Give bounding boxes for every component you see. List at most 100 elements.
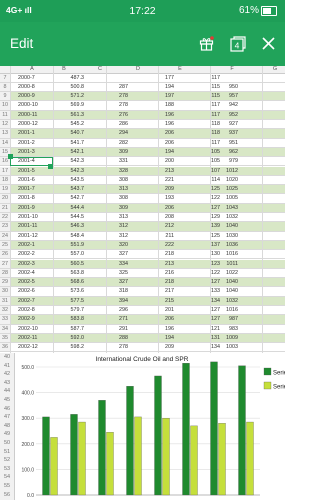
table-row[interactable]: 27 2002-3 560.5 334 213 123 1011 — [0, 259, 285, 269]
selection-handle[interactable] — [8, 154, 13, 160]
cell-date[interactable]: 2001-1 — [18, 129, 35, 138]
row-number[interactable]: 24 — [0, 231, 10, 240]
close-icon[interactable] — [262, 37, 275, 50]
cell-value-c[interactable]: 278 — [119, 92, 128, 101]
row-number[interactable]: 36 — [0, 343, 10, 352]
cell-value-c[interactable]: 278 — [119, 343, 128, 352]
row-number[interactable]: 54 — [0, 474, 14, 480]
cell-value-d[interactable]: 177 — [165, 74, 174, 83]
column-header-b[interactable]: B — [58, 66, 70, 72]
table-row[interactable]: 20 2001-8 542.7 308 193 122 1005 — [0, 194, 285, 204]
cell-value-c[interactable]: 334 — [119, 260, 128, 269]
cell-value-e[interactable]: 115 — [211, 92, 220, 101]
cell-value-e[interactable]: 127 — [211, 306, 220, 315]
cell-value-d[interactable]: 215 — [165, 297, 174, 306]
cell-value-b[interactable]: 571.2 — [71, 92, 85, 101]
table-row[interactable]: 12 2000-12 545.2 286 196 118 927 — [0, 120, 285, 130]
cell-value-e[interactable]: 133 — [211, 287, 220, 296]
cell-value-c[interactable]: 287 — [119, 83, 128, 92]
row-number[interactable]: 42 — [0, 371, 14, 377]
cell-value-b[interactable]: 542.3 — [71, 157, 85, 166]
cell-value-d[interactable]: 221 — [165, 176, 174, 185]
table-row[interactable]: 21 2001-9 544.4 309 206 127 1043 — [0, 203, 285, 213]
row-number[interactable]: 46 — [0, 406, 14, 412]
cell-date[interactable]: 2001-11 — [18, 222, 37, 231]
cell-value-c[interactable]: 308 — [119, 194, 128, 203]
row-number[interactable]: 12 — [0, 120, 10, 129]
cell-value-e[interactable]: 131 — [211, 334, 220, 343]
row-number[interactable]: 22 — [0, 213, 10, 222]
cell-value-e[interactable]: 115 — [211, 83, 220, 92]
cell-value-f[interactable]: 1016 — [226, 306, 238, 315]
table-row[interactable]: 15 2001-3 542.1 309 194 105 962 — [0, 147, 285, 158]
cell-value-c[interactable]: 327 — [119, 278, 128, 287]
table-row[interactable]: 26 2002-2 557.0 327 218 130 1016 — [0, 250, 285, 260]
table-row[interactable]: 32 2002-8 579.7 296 201 127 1016 — [0, 306, 285, 316]
row-number[interactable]: 21 — [0, 203, 10, 212]
cell-value-d[interactable]: 218 — [165, 250, 174, 259]
cell-value-e[interactable]: 117 — [211, 111, 220, 120]
cell-value-e[interactable]: 123 — [211, 260, 220, 269]
row-number[interactable]: 18 — [0, 175, 10, 185]
cell-value-b[interactable]: 546.3 — [71, 222, 85, 231]
cell-value-d[interactable]: 196 — [165, 325, 174, 334]
cell-date[interactable]: 2002-4 — [18, 269, 35, 278]
row-number[interactable]: 51 — [0, 449, 14, 455]
cell-date[interactable]: 2001-5 — [18, 167, 35, 176]
table-row[interactable]: 24 2001-12 548.4 312 211 125 1030 — [0, 231, 285, 241]
cell-value-e[interactable]: 117 — [211, 74, 220, 83]
column-header-a[interactable]: A — [26, 66, 38, 72]
row-number[interactable]: 33 — [0, 315, 10, 324]
table-row[interactable]: 11 2000-11 561.3 276 196 117 952 — [0, 110, 285, 120]
cell-value-c[interactable]: 394 — [119, 297, 128, 306]
cell-date[interactable]: 2002-1 — [18, 241, 35, 250]
table-row[interactable]: 13 2001-1 540.7 294 206 118 937 — [0, 129, 285, 139]
cell-value-e[interactable]: 139 — [211, 222, 220, 231]
cell-value-d[interactable]: 193 — [165, 194, 174, 203]
cell-value-e[interactable]: 107 — [211, 167, 220, 176]
table-row[interactable]: 17 2001-5 542.3 328 213 107 1012 — [0, 166, 285, 176]
cell-value-d[interactable]: 194 — [165, 334, 174, 343]
cell-value-c[interactable]: 320 — [119, 241, 128, 250]
row-number[interactable]: 17 — [0, 166, 10, 175]
table-row[interactable]: 9 2000-9 571.2 278 197 115 957 — [0, 92, 285, 102]
row-number[interactable]: 35 — [0, 333, 10, 343]
cell-value-d[interactable]: 196 — [165, 111, 174, 120]
selected-cell[interactable] — [10, 157, 53, 167]
cell-value-d[interactable]: 194 — [165, 148, 174, 157]
column-header-d[interactable]: D — [132, 66, 144, 72]
cell-value-e[interactable]: 118 — [211, 129, 220, 138]
cell-value-f[interactable]: 1030 — [226, 232, 238, 241]
cell-value-c[interactable]: 308 — [119, 176, 128, 185]
cell-value-d[interactable]: 197 — [165, 92, 174, 101]
cell-date[interactable]: 2001-9 — [18, 204, 35, 213]
cell-value-c[interactable]: 318 — [119, 287, 128, 296]
row-number[interactable]: 29 — [0, 278, 10, 287]
cell-value-e[interactable]: 127 — [211, 204, 220, 213]
cell-value-b[interactable]: 500.8 — [71, 83, 85, 92]
cell-date[interactable]: 2001-8 — [18, 194, 35, 203]
row-number[interactable]: 41 — [0, 363, 14, 369]
cell-date[interactable]: 2000-12 — [18, 120, 38, 129]
cell-value-e[interactable]: 118 — [211, 120, 220, 129]
table-row[interactable]: 7 2000-7 487.3 177 117 — [0, 73, 285, 83]
cell-date[interactable]: 2000-7 — [18, 74, 35, 83]
cell-value-e[interactable]: 122 — [211, 269, 220, 278]
cell-value-f[interactable]: 937 — [229, 129, 238, 138]
bar-chart[interactable]: International Crude Oil and SPR 0.0 100.0 2… — [14, 353, 285, 500]
cell-value-d[interactable]: 222 — [165, 241, 174, 250]
cell-value-b[interactable]: 563.8 — [71, 269, 85, 278]
row-number[interactable]: 28 — [0, 268, 10, 278]
table-row[interactable]: 29 2002-5 568.6 327 218 127 1040 — [0, 278, 285, 288]
cell-value-c[interactable]: 296 — [119, 306, 128, 315]
cell-value-f[interactable]: 1011 — [226, 260, 238, 269]
row-number[interactable]: 49 — [0, 431, 14, 437]
cell-value-e[interactable]: 134 — [211, 343, 220, 352]
cell-value-e[interactable]: 114 — [211, 176, 220, 185]
cell-value-c[interactable]: 288 — [119, 334, 128, 343]
cell-value-c[interactable]: 282 — [119, 139, 128, 148]
table-row[interactable]: 36 2002-12 598.2 278 209 134 1003 — [0, 343, 285, 353]
cell-date[interactable]: 2001-2 — [18, 139, 35, 148]
cell-value-e[interactable]: 129 — [211, 213, 220, 222]
cell-value-b[interactable]: 545.2 — [71, 120, 85, 129]
